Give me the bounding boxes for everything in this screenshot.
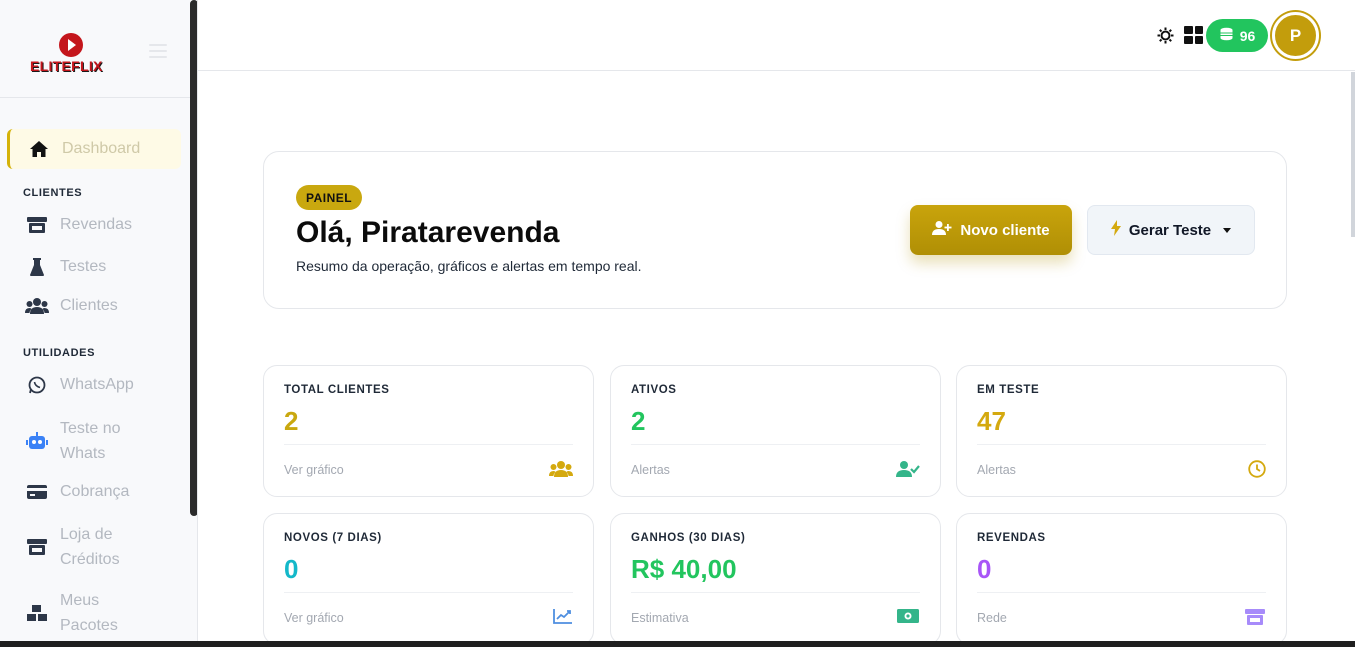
stat-card-ganhos-30-dias[interactable]: GANHOS (30 DIAS) R$ 40,00 Estimativa <box>610 513 941 645</box>
user-plus-icon <box>932 220 952 240</box>
page-badge: PAINEL <box>296 185 363 210</box>
chevron-down-icon <box>1223 227 1232 233</box>
page-title: Olá, Piratarevenda <box>296 216 560 249</box>
sidebar: ELITEFLIX Dashboard CLIENTES Revendas Te… <box>0 0 198 647</box>
sidebar-item-label: Clientes <box>60 297 118 314</box>
sidebar-item-label: Loja de Créditos <box>60 526 120 568</box>
stat-value: R$ 40,00 <box>631 554 737 584</box>
section-title-utilidades: UTILIDADES <box>23 347 95 359</box>
welcome-card: PAINEL Olá, Piratarevenda Resumo da oper… <box>263 151 1287 309</box>
stat-value: 2 <box>284 406 299 436</box>
sidebar-item-label: Testes <box>60 258 107 275</box>
brand-name: ELITEFLIX <box>30 58 103 74</box>
stat-footer-link[interactable]: Estimativa <box>631 611 689 625</box>
stat-value: 0 <box>977 554 992 584</box>
stat-footer-link[interactable]: Alertas <box>977 463 1016 477</box>
divider <box>631 592 920 593</box>
sidebar-item-meus-pacotes[interactable]: Meus Pacotes <box>24 588 140 638</box>
new-client-button[interactable]: Novo cliente <box>910 205 1072 255</box>
sidebar-item-label: Meus Pacotes <box>60 592 118 634</box>
stat-card-ativos[interactable]: ATIVOS 2 Alertas <box>610 365 941 497</box>
users-icon <box>24 297 50 315</box>
stat-label: ATIVOS <box>631 384 677 396</box>
divider <box>977 592 1266 593</box>
page-scrollbar[interactable] <box>1351 72 1355 237</box>
bolt-icon <box>1110 220 1121 240</box>
chart-line-icon <box>553 608 573 629</box>
stat-footer-link[interactable]: Ver gráfico <box>284 611 344 625</box>
sidebar-item-cobranca[interactable]: Cobrança <box>24 483 129 501</box>
stat-card-revendas[interactable]: REVENDAS 0 Rede <box>956 513 1287 645</box>
sidebar-item-testes[interactable]: Testes <box>24 257 106 277</box>
apps-grid-icon[interactable] <box>1184 26 1203 44</box>
stat-card-novos-7-dias[interactable]: NOVOS (7 DIAS) 0 Ver gráfico <box>263 513 594 645</box>
stat-footer-link[interactable]: Ver gráfico <box>284 463 344 477</box>
sidebar-item-teste-no-whats[interactable]: Teste no Whats <box>24 416 150 466</box>
store-icon <box>24 216 50 234</box>
store-icon <box>1244 608 1266 631</box>
store-icon <box>24 538 50 556</box>
page-subtitle: Resumo da operação, gráficos e alertas e… <box>296 258 642 274</box>
taskbar-edge <box>0 641 1355 647</box>
stat-value: 47 <box>977 406 1006 436</box>
sidebar-item-loja-de-creditos[interactable]: Loja de Créditos <box>24 522 140 572</box>
user-check-icon <box>896 460 920 483</box>
sidebar-item-label: Dashboard <box>62 140 141 157</box>
stat-label: REVENDAS <box>977 532 1046 544</box>
avatar[interactable]: P <box>1272 12 1319 59</box>
credits-badge[interactable]: 96 <box>1206 19 1268 52</box>
new-client-label: Novo cliente <box>960 221 1050 239</box>
generate-test-label: Gerar Teste <box>1128 221 1212 239</box>
sidebar-item-label: Cobrança <box>60 483 130 500</box>
robot-icon <box>24 431 50 451</box>
play-icon <box>59 33 83 57</box>
flask-icon <box>24 257 50 277</box>
whatsapp-icon <box>24 376 50 394</box>
stat-card-total-clientes[interactable]: TOTAL CLIENTES 2 Ver gráfico <box>263 365 594 497</box>
topbar <box>198 0 1355 71</box>
stat-label: TOTAL CLIENTES <box>284 384 390 396</box>
sidebar-scrollbar[interactable] <box>190 0 197 516</box>
sidebar-item-label: WhatsApp <box>60 376 134 393</box>
menu-toggle-icon[interactable] <box>149 44 167 58</box>
home-icon <box>26 140 52 158</box>
sidebar-item-revendas[interactable]: Revendas <box>24 216 132 234</box>
divider <box>284 592 573 593</box>
divider <box>284 444 573 445</box>
credits-count: 96 <box>1239 27 1256 44</box>
section-title-clientes: CLIENTES <box>23 187 83 199</box>
coins-icon <box>1219 27 1234 44</box>
sidebar-item-whatsapp[interactable]: WhatsApp <box>24 376 134 394</box>
stat-footer-link[interactable]: Alertas <box>631 463 670 477</box>
boxes-icon <box>24 604 50 622</box>
divider <box>977 444 1266 445</box>
sidebar-item-dashboard[interactable]: Dashboard <box>7 129 181 169</box>
stat-label: GANHOS (30 DIAS) <box>631 532 746 544</box>
stat-card-em-teste[interactable]: EM TESTE 47 Alertas <box>956 365 1287 497</box>
stat-footer-link[interactable]: Rede <box>977 611 1007 625</box>
stat-label: EM TESTE <box>977 384 1040 396</box>
generate-test-button[interactable]: Gerar Teste <box>1087 205 1255 255</box>
sidebar-item-label: Teste no Whats <box>60 420 121 462</box>
divider <box>631 444 920 445</box>
users-icon <box>549 460 573 483</box>
logo-area: ELITEFLIX <box>0 0 197 98</box>
brand-logo[interactable]: ELITEFLIX <box>30 33 112 75</box>
stat-value: 0 <box>284 554 299 584</box>
sidebar-item-label: Revendas <box>60 216 133 233</box>
clock-icon <box>1248 460 1266 483</box>
stat-value: 2 <box>631 406 646 436</box>
money-icon <box>896 608 920 629</box>
sidebar-item-clientes[interactable]: Clientes <box>24 297 118 315</box>
credit-card-icon <box>24 484 50 500</box>
theme-toggle-icon[interactable] <box>1157 27 1174 49</box>
stat-label: NOVOS (7 DIAS) <box>284 532 382 544</box>
